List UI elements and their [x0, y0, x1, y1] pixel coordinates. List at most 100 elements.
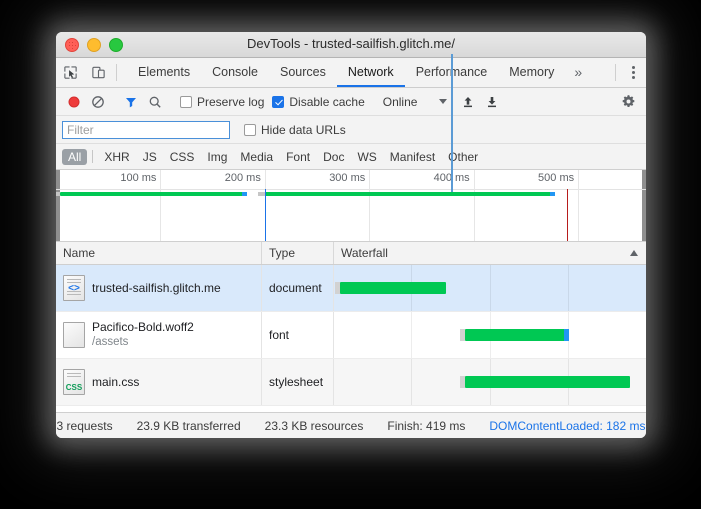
tab-network[interactable]: Network — [337, 58, 405, 87]
filter-funnel-icon[interactable] — [119, 91, 143, 113]
filter-row: Hide data URLs — [56, 116, 646, 144]
tab-label: Elements — [138, 65, 190, 79]
type-filter-xhr[interactable]: XHR — [98, 149, 135, 165]
request-waterfall-cell — [333, 359, 646, 405]
clear-icon[interactable] — [86, 91, 110, 113]
checkbox-box — [272, 96, 284, 108]
filter-input[interactable] — [62, 121, 230, 139]
hide-data-urls-checkbox[interactable]: Hide data URLs — [244, 123, 346, 137]
type-filter-other[interactable]: Other — [442, 149, 484, 165]
throttling-value: Online — [383, 95, 418, 109]
window-title: DevTools - trusted-sailfish.glitch.me/ — [56, 36, 646, 51]
request-name: Pacifico-Bold.woff2 — [92, 319, 194, 335]
tab-label: Console — [212, 65, 258, 79]
pill-divider — [92, 150, 93, 163]
toolbar-divider — [116, 64, 117, 81]
requests-table: Name Type Waterfall <> trusted-sailfish.… — [56, 242, 646, 412]
chevron-down-icon — [439, 99, 447, 104]
table-header: Name Type Waterfall — [56, 242, 646, 265]
type-filter-css[interactable]: CSS — [164, 149, 201, 165]
tab-sources[interactable]: Sources — [269, 58, 337, 87]
request-type-cell: stylesheet — [261, 359, 333, 405]
resources-size: 23.3 KB resources — [253, 419, 376, 433]
waterfall-bar — [465, 329, 569, 341]
throttling-select[interactable]: Online — [383, 95, 448, 109]
timeline-ruler: 100 ms 200 ms 300 ms 400 ms 500 ms — [56, 170, 646, 190]
waterfall-gridline — [411, 312, 412, 358]
preserve-log-checkbox[interactable]: Preserve log — [180, 95, 264, 109]
request-waterfall-cell — [333, 312, 646, 358]
table-row[interactable]: CSS main.css stylesheet — [56, 359, 646, 406]
export-har-icon[interactable] — [480, 91, 504, 113]
dom-content-loaded-time: DOMContentLoaded: 182 ms — [477, 419, 646, 433]
tab-elements[interactable]: Elements — [127, 58, 201, 87]
checkbox-box — [244, 124, 256, 136]
more-tabs-button[interactable]: » — [565, 58, 591, 87]
timeline-tick-label: 100 ms — [120, 172, 160, 184]
devtools-tab-bar: Elements Console Sources Network Perform… — [56, 58, 646, 88]
network-overview[interactable]: 100 ms 200 ms 300 ms 400 ms 500 ms — [56, 170, 646, 242]
tab-memory[interactable]: Memory — [498, 58, 565, 87]
request-name-cell: Pacifico-Bold.woff2 /assets — [56, 312, 261, 358]
devtools-window: DevTools - trusted-sailfish.glitch.me/ E… — [56, 32, 646, 438]
device-toolbar-icon[interactable] — [84, 58, 112, 87]
panel-tabs: Elements Console Sources Network Perform… — [127, 58, 611, 87]
type-filter-js[interactable]: JS — [137, 149, 163, 165]
request-waterfall-cell — [333, 265, 646, 311]
css-file-icon: CSS — [63, 369, 85, 395]
toolbar-divider — [615, 64, 616, 81]
tab-label: Network — [348, 65, 394, 79]
request-path: /assets — [92, 335, 194, 351]
table-row[interactable]: Pacifico-Bold.woff2 /assets font — [56, 312, 646, 359]
record-icon[interactable] — [62, 91, 86, 113]
request-type-cell: font — [261, 312, 333, 358]
overview-request-bar — [60, 192, 247, 196]
checkbox-box — [180, 96, 192, 108]
timeline-tick-label: 200 ms — [225, 172, 265, 184]
type-filter-ws[interactable]: WS — [351, 149, 382, 165]
timeline-tick-label: 400 ms — [434, 172, 474, 184]
column-header-type[interactable]: Type — [261, 242, 333, 264]
waterfall-gridline — [411, 359, 412, 405]
waterfall-bar — [465, 376, 630, 388]
timeline-gridline — [369, 170, 370, 241]
finish-time: Finish: 419 ms — [375, 419, 477, 433]
timeline-gridline — [474, 170, 475, 241]
tab-label: Sources — [280, 65, 326, 79]
column-header-waterfall[interactable]: Waterfall — [333, 242, 646, 264]
disable-cache-checkbox[interactable]: Disable cache — [272, 95, 364, 109]
window-title-bar: DevTools - trusted-sailfish.glitch.me/ — [56, 32, 646, 58]
resource-type-filters: All XHR JS CSS Img Media Font Doc WS Man… — [56, 144, 646, 170]
timeline-tick-label: 500 ms — [538, 172, 578, 184]
column-header-name[interactable]: Name — [56, 246, 261, 260]
overview-dom-content-loaded-line — [265, 189, 266, 241]
request-name: trusted-sailfish.glitch.me — [92, 280, 221, 296]
type-filter-manifest[interactable]: Manifest — [384, 149, 441, 165]
request-name-cell: CSS main.css — [56, 359, 261, 405]
gear-icon[interactable] — [616, 91, 640, 113]
document-file-icon: <> — [63, 275, 85, 301]
transferred-size: 23.9 KB transferred — [125, 419, 253, 433]
request-name-cell: <> trusted-sailfish.glitch.me — [56, 265, 261, 311]
type-filter-media[interactable]: Media — [234, 149, 279, 165]
request-count: 3 requests — [56, 419, 125, 433]
inspect-element-icon[interactable] — [56, 58, 84, 87]
network-toolbar: Preserve log Disable cache Online — [56, 88, 646, 116]
request-type-cell: document — [261, 265, 333, 311]
timeline-tick-label: 300 ms — [329, 172, 369, 184]
waterfall-gridline — [490, 265, 491, 311]
import-har-icon[interactable] — [456, 91, 480, 113]
kebab-menu-icon[interactable] — [620, 58, 646, 87]
network-status-bar: 3 requests 23.9 KB transferred 23.3 KB r… — [56, 412, 646, 438]
type-filter-all[interactable]: All — [62, 149, 87, 165]
table-row[interactable]: <> trusted-sailfish.glitch.me document — [56, 265, 646, 312]
type-filter-doc[interactable]: Doc — [317, 149, 350, 165]
tab-label: Memory — [509, 65, 554, 79]
overview-request-bar — [265, 192, 555, 196]
waterfall-bar — [340, 282, 446, 294]
tab-console[interactable]: Console — [201, 58, 269, 87]
search-icon[interactable] — [143, 91, 167, 113]
type-filter-font[interactable]: Font — [280, 149, 316, 165]
dom-content-loaded-line — [451, 54, 453, 192]
type-filter-img[interactable]: Img — [201, 149, 233, 165]
